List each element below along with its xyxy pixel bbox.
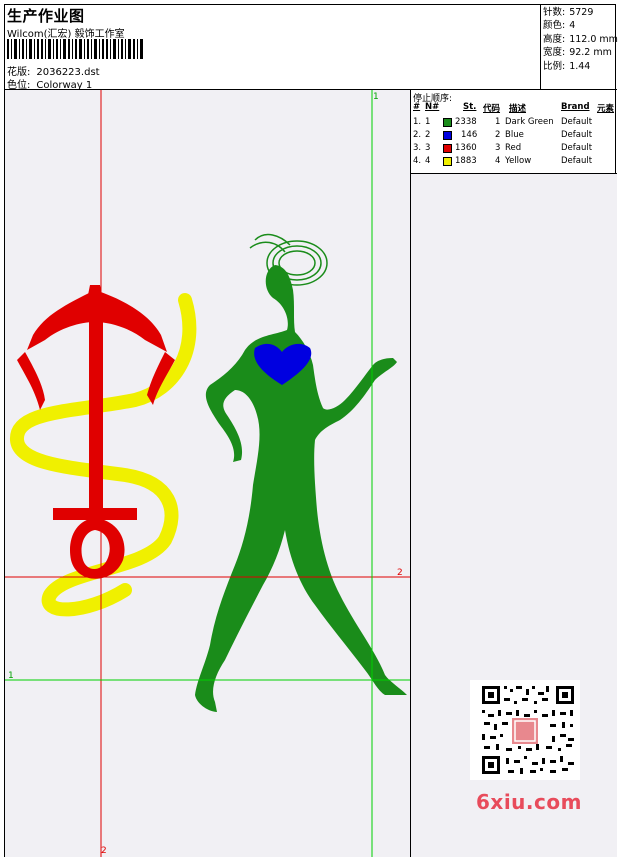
stat-scale: 比例: 1.44 xyxy=(543,60,617,73)
row-num: 1. xyxy=(413,117,422,127)
row-num: 3. xyxy=(413,143,422,153)
stat-value: 1.44 xyxy=(569,60,591,72)
row-brand: Default xyxy=(561,156,593,166)
row-stitches: 1360 xyxy=(455,143,477,153)
stat-value: 112.0 mm xyxy=(569,33,618,45)
stat-value: 4 xyxy=(569,20,576,32)
row-brand: Default xyxy=(561,117,593,127)
color-swatch-blue xyxy=(443,131,452,140)
row-n: 4 xyxy=(425,156,431,166)
colorway-line: 色位: Colorway 1 xyxy=(7,76,92,91)
qr-seal xyxy=(512,718,538,744)
legend-row: 3. 3 1360 3 Red Default xyxy=(413,143,618,156)
row-stitches: 146 xyxy=(461,130,478,140)
row-num: 2. xyxy=(413,130,422,140)
legend-header-row: # N# St. 代码 描述 Brand 元素 xyxy=(413,102,618,115)
stat-label: 宽度: xyxy=(543,47,566,59)
axis-label-red-bottom: 2 xyxy=(101,846,107,856)
green-figure xyxy=(195,265,407,712)
stats-panel: 针数: 5729 颜色: 4 高度: 112.0 mm 宽度: 92.2 mm 比例: 1… xyxy=(540,5,618,90)
stat-stitches: 针数: 5729 xyxy=(543,6,617,19)
stat-label: 高度: xyxy=(543,33,566,45)
col-header-st: St. xyxy=(463,102,477,112)
sheet-title: 生产作业图 xyxy=(7,7,85,25)
color-swatch-red xyxy=(443,144,452,153)
col-header-code: 代码 xyxy=(483,104,501,114)
row-code: 2 xyxy=(495,130,501,140)
stat-label: 比例: xyxy=(543,60,566,72)
axis-label-green-top: 1 xyxy=(373,92,379,102)
stat-height: 高度: 112.0 mm xyxy=(543,33,618,46)
axis-label-red-right: 2 xyxy=(397,568,403,578)
col-header-n: N# xyxy=(425,102,440,112)
row-code: 1 xyxy=(495,117,501,127)
legend-row: 1. 1 2338 1 Dark Green Default xyxy=(413,117,618,130)
stop-sequence-table: 停止顺序: # N# St. 代码 描述 Brand 元素 1. 1 2338 … xyxy=(410,90,617,174)
col-header-elem: 元素 xyxy=(597,104,615,114)
row-num: 4. xyxy=(413,156,422,166)
watermark-text: 6xiu.com xyxy=(476,790,582,814)
axis-label-green-left: 1 xyxy=(8,671,14,681)
legend-row: 4. 4 1883 4 Yellow Default xyxy=(413,156,618,169)
qr-code xyxy=(470,680,580,780)
col-header-brand: Brand xyxy=(561,102,590,112)
red-anchor xyxy=(17,285,175,579)
legend-row: 2. 2 146 2 Blue Default xyxy=(413,130,618,143)
stat-label: 针数: xyxy=(543,7,566,18)
col-header-desc: 描述 xyxy=(509,104,527,114)
stat-colors: 颜色: 4 xyxy=(543,19,617,32)
row-code: 4 xyxy=(495,156,501,166)
color-swatch-yellow xyxy=(443,157,452,166)
stat-label: 颜色: xyxy=(543,20,566,32)
stat-value: 92.2 mm xyxy=(569,47,612,59)
row-n: 2 xyxy=(425,130,431,140)
row-stitches: 2338 xyxy=(455,117,477,127)
row-desc: Blue xyxy=(505,130,524,140)
row-desc: Yellow xyxy=(505,156,532,166)
row-stitches: 1883 xyxy=(455,156,477,166)
barcode xyxy=(7,39,143,59)
embroidery-design xyxy=(5,90,410,857)
color-swatch-green xyxy=(443,118,452,127)
stat-width: 宽度: 92.2 mm xyxy=(543,46,617,59)
company-name: Wilcom(汇宏) 毅饰工作室 xyxy=(7,29,125,40)
row-code: 3 xyxy=(495,143,501,153)
row-n: 3 xyxy=(425,143,431,153)
row-brand: Default xyxy=(561,143,593,153)
design-canvas: 1 1 2 2 xyxy=(5,90,410,857)
row-n: 1 xyxy=(425,117,431,127)
row-desc: Red xyxy=(505,143,522,153)
col-header-num: # xyxy=(413,102,421,112)
stat-value: 5729 xyxy=(569,7,594,18)
row-brand: Default xyxy=(561,130,593,140)
row-desc: Dark Green xyxy=(505,117,554,127)
sheet-header: 生产作业图 Wilcom(汇宏) 毅饰工作室 花版: 2036223.dst 色… xyxy=(5,5,618,91)
